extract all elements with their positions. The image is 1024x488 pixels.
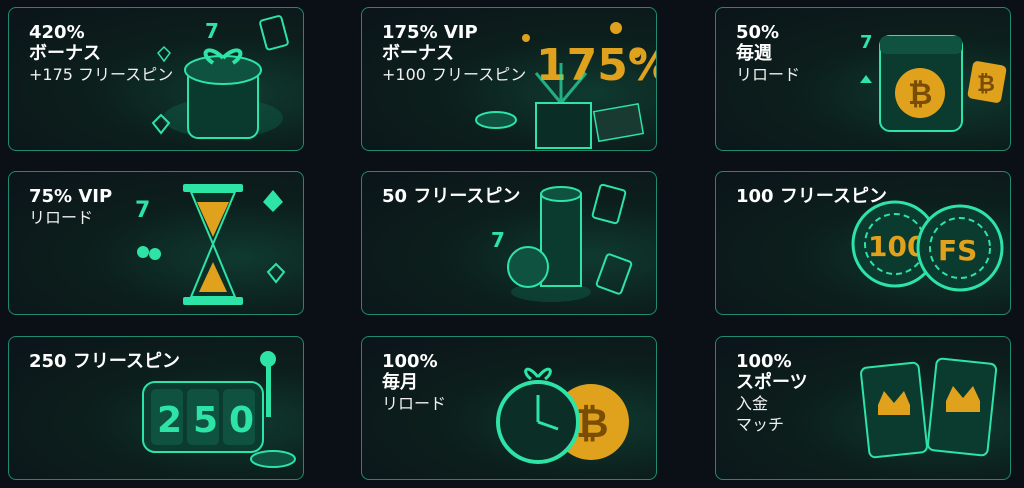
promo-card-100-free-spins[interactable]: 100 フリースピン 100 FS: [715, 171, 1011, 315]
promo-detail: 入金: [736, 394, 769, 413]
promo-detail-2: マッチ: [736, 415, 785, 434]
calendar-bitcoin-icon: ₿ ₿ 7: [820, 8, 1010, 150]
promo-title: 50 フリースピン: [382, 186, 521, 207]
promo-card-text: 50% 毎週 リロード: [736, 22, 800, 85]
promo-detail: リロード: [382, 394, 447, 413]
promo-card-420-bonus[interactable]: 420% ボーナス +175 フリースピン 7: [8, 7, 304, 151]
promo-subtitle: ボーナス: [382, 43, 454, 64]
reel-digit-2: 5: [193, 400, 218, 441]
promo-subtitle: ボーナス: [29, 43, 101, 64]
promo-subtitle: 毎週: [736, 43, 772, 64]
promo-card-100-sports-deposit-match[interactable]: 100% スポーツ 入金 マッチ: [715, 336, 1011, 480]
promo-subtitle: 毎月: [382, 372, 418, 393]
promo-card-175-vip-bonus[interactable]: 175% VIP ボーナス +100 フリースピン 175%: [361, 7, 657, 151]
reel-digit-3: 0: [229, 400, 254, 441]
svg-text:₿: ₿: [576, 401, 609, 447]
promo-title: 100%: [736, 351, 792, 372]
svg-text:7: 7: [860, 32, 873, 53]
promo-title: 100%: [382, 351, 438, 372]
promo-card-text: 420% ボーナス +175 フリースピン: [29, 22, 173, 85]
promo-card-100-monthly-reload[interactable]: 100% 毎月 リロード ₿: [361, 336, 657, 480]
svg-text:₿: ₿: [977, 72, 995, 97]
hourglass-icon: 7: [113, 172, 303, 314]
promo-title: 100 フリースピン: [736, 186, 887, 207]
svg-text:₿: ₿: [908, 77, 932, 112]
promo-title: 250 フリースピン: [29, 351, 180, 372]
promo-title: 75% VIP: [29, 186, 113, 207]
promo-detail: リロード: [29, 208, 94, 227]
art-text-175: 175%: [536, 40, 656, 91]
promo-card-text: 175% VIP ボーナス +100 フリースピン: [382, 22, 526, 85]
svg-text:7: 7: [135, 198, 150, 223]
promo-card-50-weekly-reload[interactable]: 50% 毎週 リロード ₿ ₿ 7: [715, 7, 1011, 151]
promo-title: 50%: [736, 22, 780, 43]
clock-coin-icon: ₿: [466, 337, 656, 479]
promo-card-50-free-spins[interactable]: 50 フリースピン 7: [361, 171, 657, 315]
promo-detail: +100 フリースピン: [382, 65, 527, 84]
svg-text:7: 7: [491, 228, 505, 252]
crown-cards-icon: [820, 337, 1010, 479]
promo-card-text: 50 フリースピン: [382, 186, 520, 207]
reel-digit-1: 2: [157, 400, 182, 441]
promo-card-text: 250 フリースピン: [29, 351, 180, 372]
promo-card-75-vip-reload[interactable]: 75% VIP リロード 7: [8, 171, 304, 315]
svg-text:7: 7: [205, 19, 219, 43]
promo-card-text: 100 フリースピン: [736, 186, 887, 207]
promo-title: 420%: [29, 22, 85, 43]
promo-card-250-free-spins[interactable]: 250 フリースピン 2 5 0: [8, 336, 304, 480]
promo-detail: リロード: [736, 65, 801, 84]
promo-detail: +175 フリースピン: [29, 65, 174, 84]
chip-fs: FS: [938, 234, 977, 267]
promo-title: 175% VIP: [382, 22, 478, 43]
promo-card-text: 75% VIP リロード: [29, 186, 112, 228]
promo-card-text: 100% 毎月 リロード: [382, 351, 446, 414]
promo-subtitle: スポーツ: [736, 372, 808, 393]
promo-card-text: 100% スポーツ 入金 マッチ: [736, 351, 808, 435]
